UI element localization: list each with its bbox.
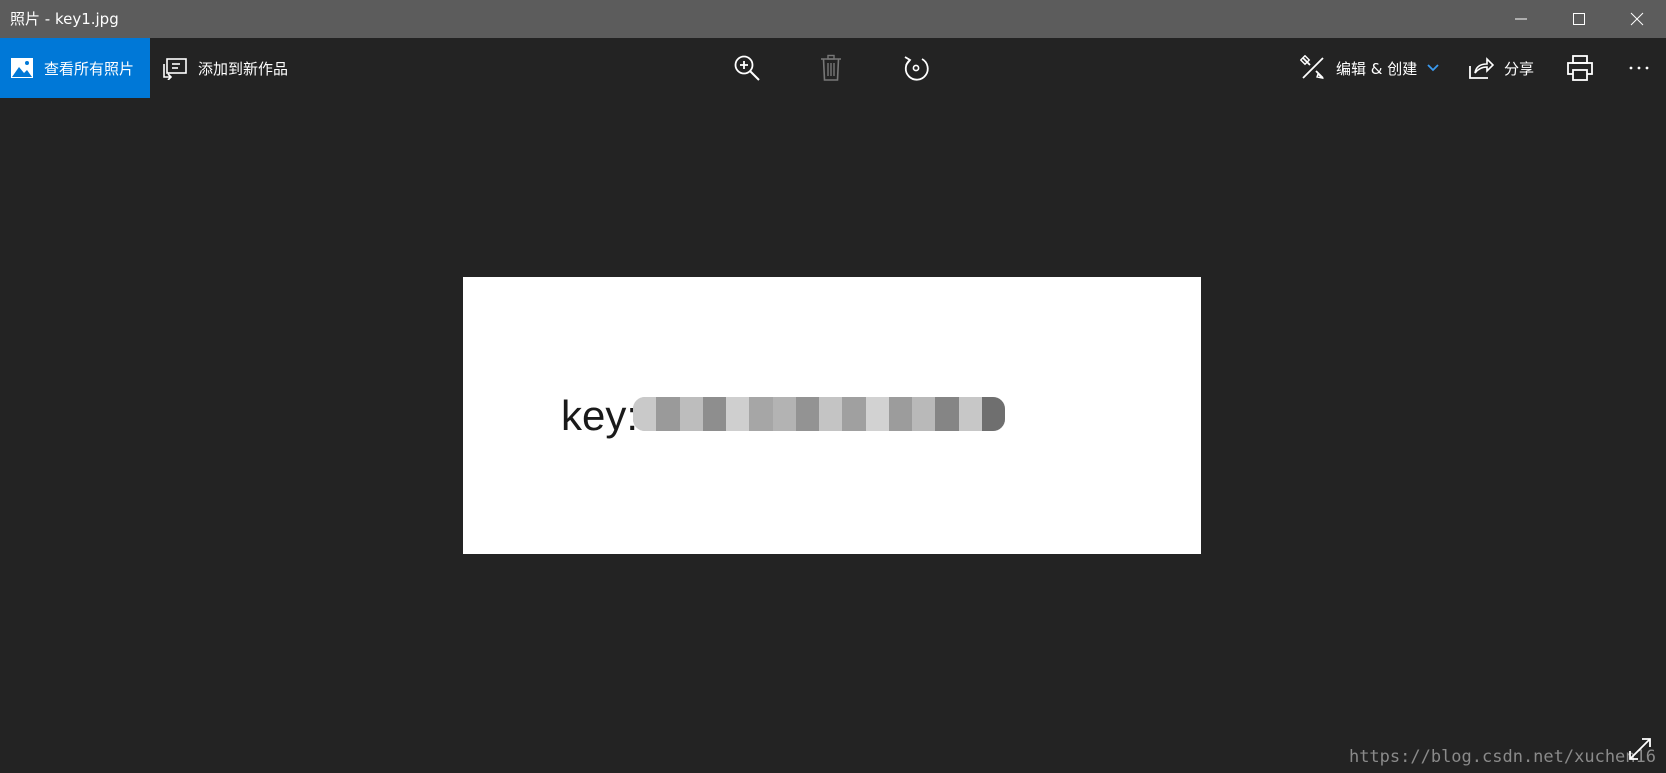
maximize-button[interactable] [1550, 0, 1608, 38]
view-all-photos-button[interactable]: 查看所有照片 [0, 38, 150, 98]
print-icon [1566, 55, 1594, 81]
delete-button[interactable] [815, 52, 847, 84]
pixelated-redaction [633, 397, 1005, 431]
zoom-button[interactable] [731, 52, 763, 84]
expand-icon [1629, 738, 1651, 760]
window-title: 照片 - key1.jpg [10, 10, 119, 28]
rotate-icon [904, 56, 929, 81]
view-all-photos-label: 查看所有照片 [44, 59, 135, 78]
minimize-icon [1515, 18, 1527, 20]
print-button[interactable] [1566, 38, 1594, 98]
maximize-icon [1573, 13, 1585, 25]
more-options-button[interactable] [1628, 38, 1650, 98]
more-icon [1628, 65, 1650, 71]
edit-create-icon [1300, 55, 1326, 81]
chevron-down-icon [1427, 64, 1439, 72]
trash-icon [821, 54, 841, 81]
edit-create-label: 编辑 & 创建 [1336, 59, 1418, 78]
photo-icon [10, 56, 34, 80]
minimize-button[interactable] [1492, 0, 1550, 38]
close-icon [1630, 12, 1644, 26]
add-to-album-icon [162, 56, 188, 80]
photo-viewer[interactable]: key: https://blog.csdn.net/xuchen16 [0, 98, 1666, 773]
watermark-text: https://blog.csdn.net/xuchen16 [1348, 747, 1656, 767]
zoom-in-icon [734, 55, 760, 81]
add-to-creation-button[interactable]: 添加到新作品 [162, 38, 288, 98]
window-controls [1492, 0, 1666, 38]
displayed-photo: key: [463, 277, 1201, 554]
share-icon [1468, 56, 1494, 80]
share-button[interactable]: 分享 [1468, 38, 1534, 98]
title-bar[interactable]: 照片 - key1.jpg [0, 0, 1666, 38]
add-to-creation-label: 添加到新作品 [198, 59, 289, 78]
edit-create-button[interactable]: 编辑 & 创建 [1300, 38, 1439, 98]
close-button[interactable] [1608, 0, 1666, 38]
rotate-button[interactable] [900, 52, 932, 84]
share-label: 分享 [1504, 59, 1535, 78]
fullscreen-button[interactable] [1626, 735, 1654, 763]
photo-key-text: key: [561, 392, 639, 439]
toolbar: 查看所有照片 添加到新作品 编辑 & 创建 分享 [0, 38, 1666, 98]
